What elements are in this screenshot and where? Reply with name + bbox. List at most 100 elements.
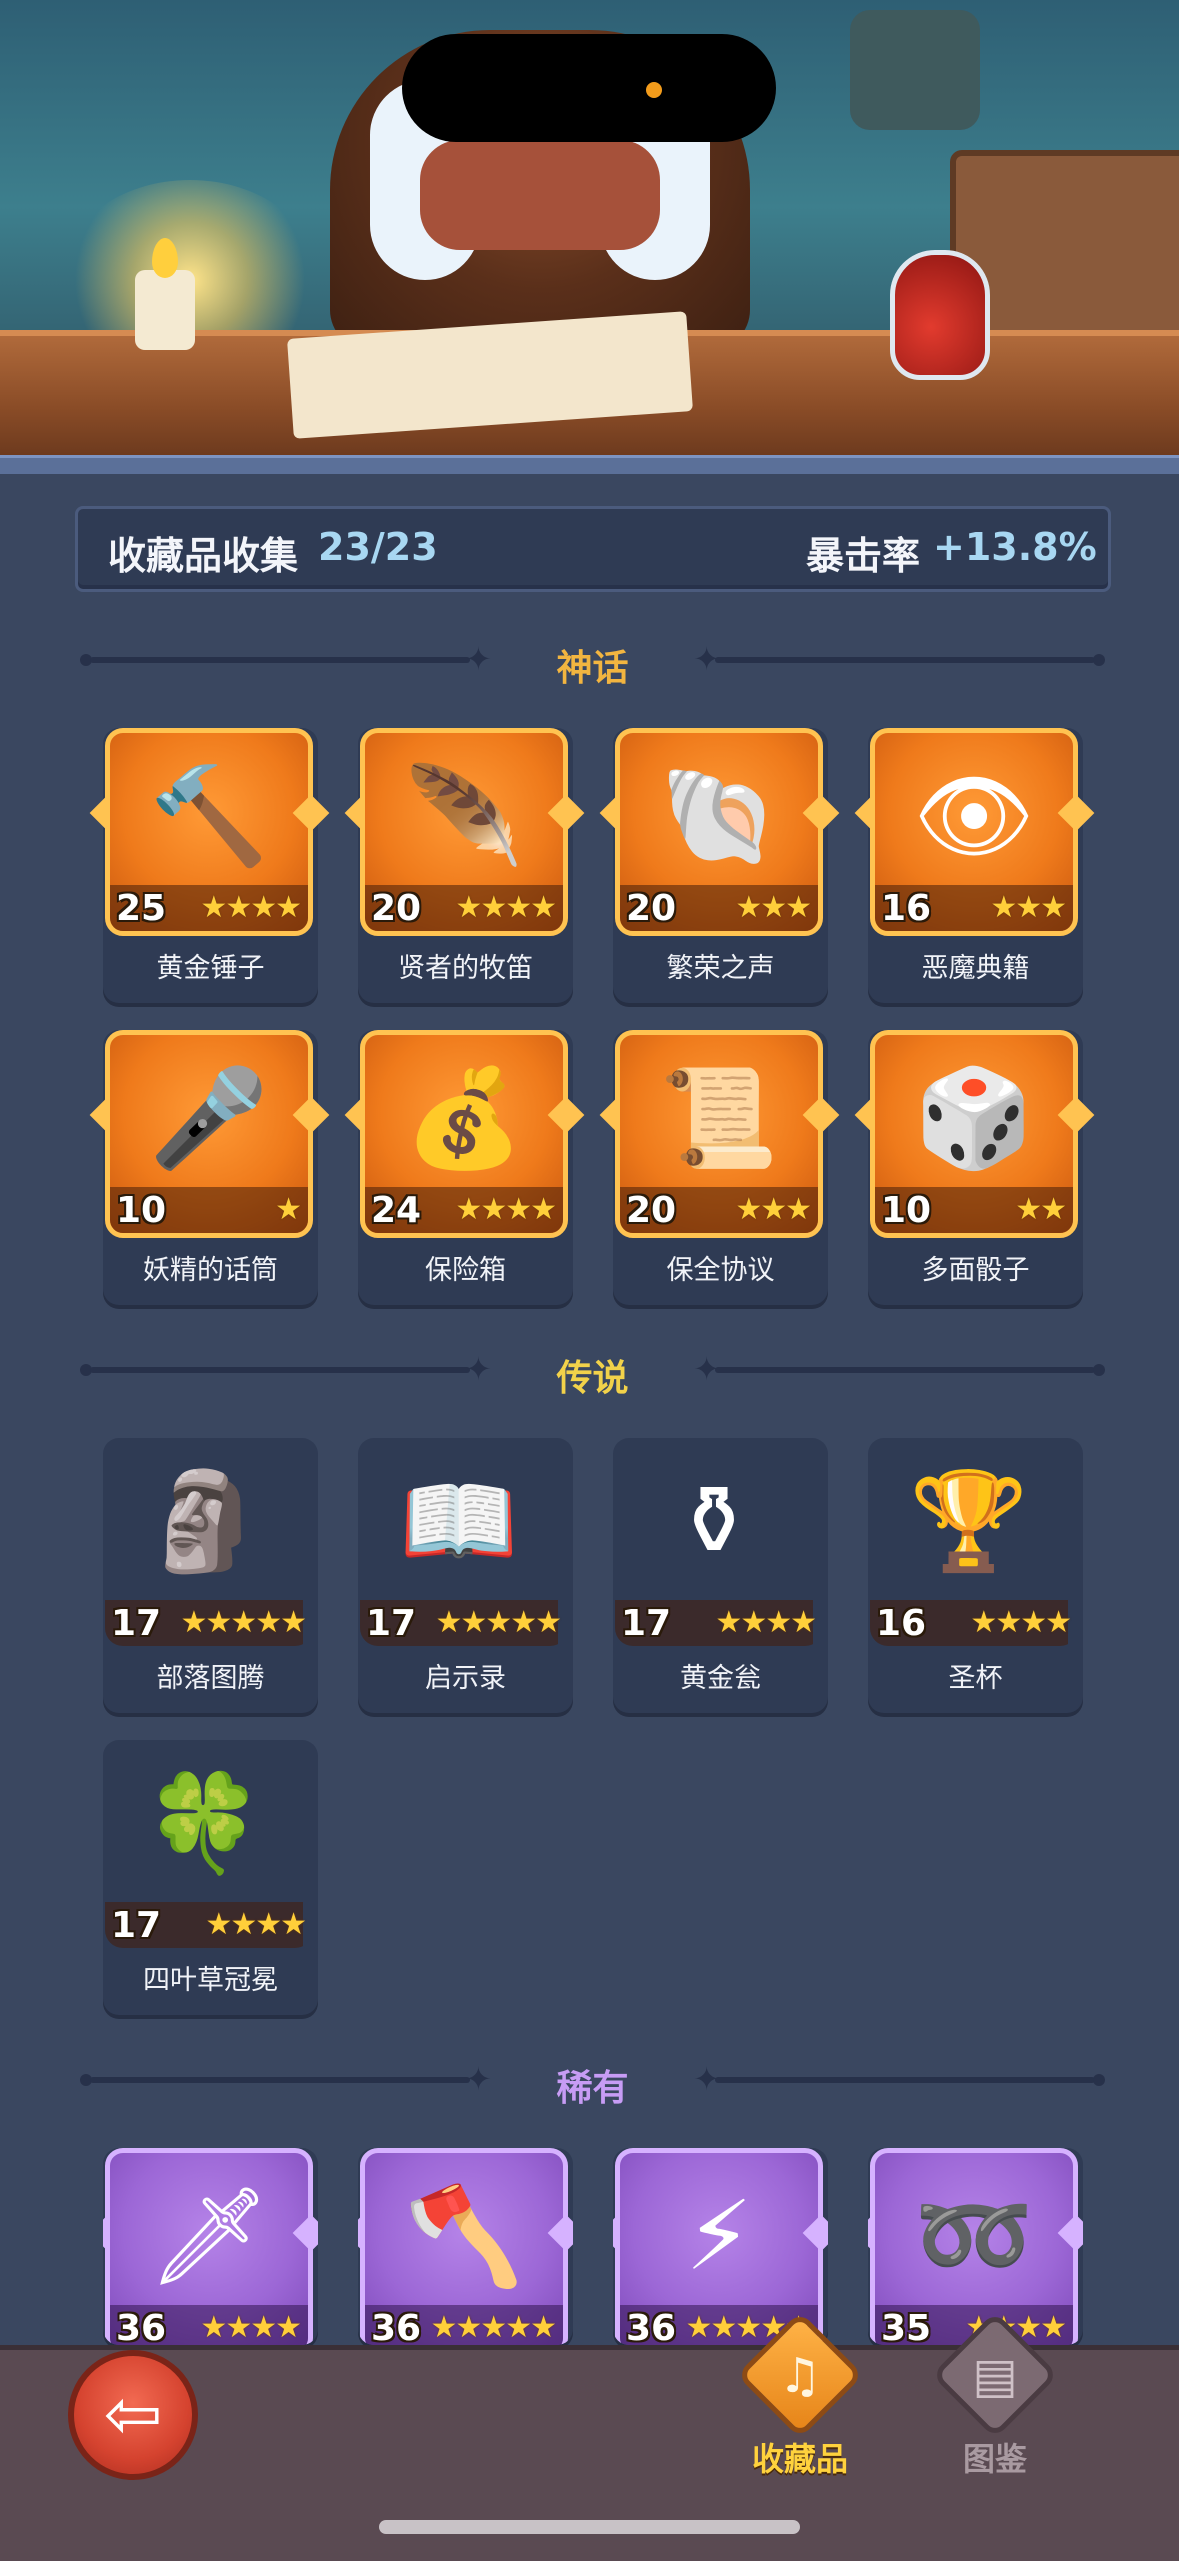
back-button[interactable]: ⇦ [68,2350,198,2480]
item-stars: ★★★★★ [430,2310,557,2345]
item-level: 17 [366,1603,417,1644]
item-level: 10 [881,1190,932,1231]
collectible-card[interactable]: 🪶 20 ★★★★ 贤者的牧笛 [344,728,585,1003]
collection-label: 收藏品收集 [108,534,299,578]
card-tile: 🗡 36 ★★★★ [105,2148,313,2345]
home-indicator [379,2520,800,2534]
collectible-card[interactable]: 🐚 20 ★★★ 繁荣之声 [599,728,840,1003]
section-header-rare: ✦ 稀有 ✦ [80,2055,1105,2109]
collectible-card[interactable]: 🪓 36 ★★★★★ [358,2148,573,2345]
section-header-mythic: ✦ 神话 ✦ [80,635,1105,689]
collectible-card[interactable]: 📜 20 ★★★ 保全协议 [599,1030,840,1305]
item-level: 16 [876,1603,927,1644]
shop-banner-illustration [0,0,1179,460]
collectible-card[interactable]: ⚡ 36 ★★★★★ [613,2148,828,2345]
section-header-legendary: ✦ 传说 ✦ [80,1345,1105,1399]
item-stars: ★★ [1015,1192,1067,1227]
card-tile: 🗿 17 ★★★★★ [105,1438,313,1646]
tab-codex[interactable]: ▤ 图鉴 [905,2311,1085,2480]
hammer-icon: 🔨 [149,760,269,872]
collectible-card[interactable]: 🗡 36 ★★★★ [103,2148,318,2345]
item-stars: ★★★ [735,1192,812,1227]
item-level: 16 [881,888,932,929]
crit-rate-value: +13.8% [933,525,1097,569]
card-tile: 🪓 36 ★★★★★ [360,2148,568,2345]
item-name: 四叶草冠冕 [143,1965,278,1996]
item-name: 黄金瓮 [680,1663,761,1694]
demon-book-icon: 👁 [913,760,1035,872]
item-level: 20 [626,1190,677,1231]
collectible-card[interactable]: 🎤 10 ★ 妖精的话筒 [89,1030,330,1305]
item-name: 繁荣之声 [666,953,775,984]
collectible-card[interactable]: 🎲 10 ★★ 多面骰子 [854,1030,1095,1305]
collectible-card[interactable]: 🗿 17 ★★★★★ 部落图腾 [103,1438,318,1713]
item-level: 36 [626,2308,677,2345]
candle [135,270,195,350]
book-icon: ▤ [972,2348,1018,2404]
collectible-card[interactable]: 🏆 16 ★★★★ 圣杯 [868,1438,1083,1713]
card-tile: 🎤 10 ★ [105,1030,313,1238]
microphone-icon: 🎤 [149,1062,269,1174]
section-title: 稀有 [556,2068,629,2109]
ice-dagger-icon: 🗡 [148,2180,270,2292]
item-stars: ★★★★ [970,1605,1072,1640]
item-name: 恶魔典籍 [921,953,1030,984]
divider-line [715,1367,1095,1373]
back-arrow-icon: ⇦ [103,2373,163,2455]
item-level: 24 [371,1190,422,1231]
item-level: 36 [371,2308,422,2345]
item-name: 多面骰子 [921,1255,1030,1286]
item-stars: ★★★ [735,890,812,925]
red-potion [890,250,990,380]
camera-notch [402,34,776,142]
collectible-card[interactable]: 🔨 25 ★★★★ 黄金锤子 [89,728,330,1003]
card-tile: 🎲 10 ★★ [870,1030,1078,1238]
collectible-card[interactable]: ➿ 35 ★★★★ [868,2148,1083,2345]
card-tile: ⚡ 36 ★★★★★ [615,2148,823,2345]
clover-crown-icon: 🍀 [144,1767,264,1879]
card-tile: 🪶 20 ★★★★ [360,728,568,936]
divider-line [715,657,1095,663]
scroll-icon: 📜 [659,1062,779,1174]
card-tile: 🏆 16 ★★★★ [870,1438,1078,1646]
banner-divider [0,455,1179,474]
section-title: 传说 [556,1358,629,1399]
item-stars: ★★★★ [200,890,302,925]
collection-count: 23/23 [318,525,438,569]
item-name: 保险箱 [425,1255,506,1286]
item-name: 保全协议 [666,1255,775,1286]
collectible-card[interactable]: ⚱ 17 ★★★★ 黄金瓮 [613,1438,828,1713]
collectible-card[interactable]: 🍀 17 ★★★★ 四叶草冠冕 [103,1740,318,2015]
item-stars: ★★★★ [715,1605,817,1640]
collectible-card[interactable]: 👁 16 ★★★ 恶魔典籍 [854,728,1095,1003]
tab-collection[interactable]: ♫ 收藏品 [710,2311,890,2480]
divider-dot [1093,654,1105,666]
item-level: 20 [371,888,422,929]
candle-flame-icon [152,238,178,278]
vine-ring-icon: ➿ [914,2180,1034,2292]
grail-icon: 🏆 [909,1465,1029,1577]
camera-indicator-dot [646,82,662,98]
shopkeeper-scarf [420,140,660,250]
tab-codex-label: 图鉴 [962,2440,1027,2478]
item-level: 17 [621,1603,672,1644]
collectible-card[interactable]: 💰 24 ★★★★ 保险箱 [344,1030,585,1305]
item-name: 启示录 [425,1663,506,1694]
item-level: 20 [626,888,677,929]
divider-line [715,2077,1095,2083]
totem-icon: 🗿 [144,1465,264,1577]
collection-stats-bar: 收藏品收集 23/23 暴击率 +13.8% [75,506,1111,592]
divider-dot [1093,1364,1105,1376]
harp-icon: ♫ [778,2348,822,2404]
treasure-chest-icon: 💰 [404,1062,524,1174]
card-tile: 🍀 17 ★★★★ [105,1740,313,1948]
card-tile: 🐚 20 ★★★ [615,728,823,936]
crit-rate-label: 暴击率 [806,534,921,578]
collectible-card[interactable]: 📖 17 ★★★★★ 启示录 [358,1438,573,1713]
item-level: 17 [111,1603,162,1644]
axe-icon: 🪓 [404,2180,524,2292]
item-level: 36 [116,2308,167,2345]
card-tile: 📖 17 ★★★★★ [360,1438,568,1646]
item-stars: ★★★★ [200,2310,302,2345]
open-book-icon: 📖 [399,1465,519,1577]
